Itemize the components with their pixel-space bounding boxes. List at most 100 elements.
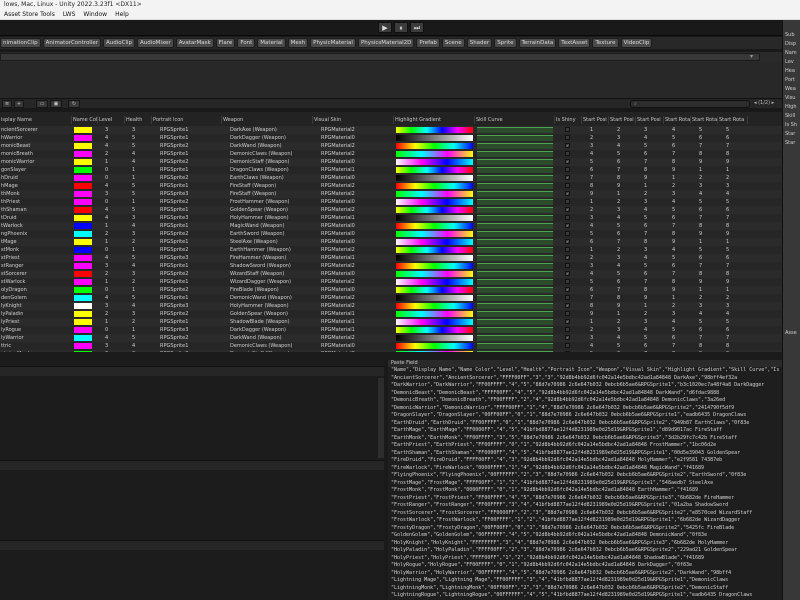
table-row[interactable]: stMonk 0 1 RPGSprite2 EarthHammer (Weapon) RP… bbox=[0, 246, 782, 254]
table-row[interactable]: monicWarrior 1 4 RPGSprite2 DemonicStaff (We… bbox=[0, 158, 782, 166]
start-rotation-cell[interactable]: 7 bbox=[726, 214, 744, 222]
health-cell[interactable]: 5 bbox=[132, 142, 150, 150]
skill-curve-preview[interactable] bbox=[477, 231, 553, 237]
start-rotation-cell[interactable]: 5 bbox=[672, 326, 690, 334]
start-rotation-cell[interactable]: 4 bbox=[672, 126, 690, 134]
start-position-cell[interactable]: 9 bbox=[617, 182, 635, 190]
visual-skin-cell[interactable]: RPGMaterial2 bbox=[321, 334, 394, 342]
table-row[interactable]: tWarlock 1 4 RPGSprite1 MagicWand (Weapon) RP… bbox=[0, 222, 782, 230]
start-rotation-cell[interactable]: 1 bbox=[699, 166, 717, 174]
display-name-cell[interactable]: lyKnight bbox=[1, 302, 71, 310]
start-rotation-cell[interactable]: 5 bbox=[726, 246, 744, 254]
health-cell[interactable]: 4 bbox=[132, 262, 150, 270]
visual-skin-cell[interactable]: RPGMaterial1 bbox=[321, 214, 394, 222]
start-rotation-cell[interactable]: 3 bbox=[672, 310, 690, 318]
start-position-cell[interactable]: 3 bbox=[644, 318, 662, 326]
start-rotation-cell[interactable]: 7 bbox=[726, 142, 744, 150]
start-position-cell[interactable]: 4 bbox=[617, 214, 635, 222]
health-cell[interactable]: 5 bbox=[132, 254, 150, 262]
start-position-cell[interactable]: 6 bbox=[617, 158, 635, 166]
start-rotation-cell[interactable]: 6 bbox=[699, 254, 717, 262]
health-cell[interactable]: 2 bbox=[132, 278, 150, 286]
display-name-cell[interactable]: stWarlock bbox=[1, 278, 71, 286]
column-header[interactable]: isplay Name bbox=[0, 116, 72, 124]
health-cell[interactable]: 3 bbox=[132, 310, 150, 318]
portrait-icon-cell[interactable]: RPGSprite2 bbox=[160, 286, 222, 294]
visual-skin-cell[interactable]: RPGMaterial2 bbox=[321, 150, 394, 158]
portrait-icon-cell[interactable]: RPGSprite1 bbox=[160, 342, 222, 350]
start-rotation-cell[interactable]: 1 bbox=[726, 238, 744, 246]
health-cell[interactable]: 5 bbox=[132, 334, 150, 342]
skill-curve-preview[interactable] bbox=[477, 175, 553, 181]
start-rotation-cell[interactable]: 5 bbox=[699, 246, 717, 254]
start-position-cell[interactable]: 7 bbox=[617, 166, 635, 174]
skill-curve-preview[interactable] bbox=[477, 343, 553, 349]
is-shiny-checkbox[interactable] bbox=[565, 263, 570, 268]
start-position-cell[interactable]: 9 bbox=[644, 174, 662, 182]
is-shiny-checkbox[interactable]: ✓ bbox=[565, 287, 570, 292]
table-row[interactable]: denGolem 4 5 RPGSprite1 DemonicWand (Weapon)… bbox=[0, 294, 782, 302]
display-name-cell[interactable]: lyRogue bbox=[1, 326, 71, 334]
weapon-cell[interactable]: DarkDagger (Weapon) bbox=[230, 134, 313, 142]
health-cell[interactable]: 1 bbox=[132, 246, 150, 254]
weapon-cell[interactable]: EarthClaws (Weapon) bbox=[230, 174, 313, 182]
highlight-gradient-swatch[interactable] bbox=[396, 319, 473, 325]
start-position-cell[interactable]: 6 bbox=[590, 238, 608, 246]
start-rotation-cell[interactable]: 5 bbox=[726, 126, 744, 134]
start-position-cell[interactable]: 3 bbox=[617, 134, 635, 142]
skill-curve-preview[interactable] bbox=[477, 239, 553, 245]
start-position-cell[interactable]: 6 bbox=[644, 270, 662, 278]
start-position-cell[interactable]: 7 bbox=[644, 158, 662, 166]
start-rotation-cell[interactable]: 5 bbox=[699, 126, 717, 134]
is-shiny-checkbox[interactable] bbox=[565, 279, 570, 284]
start-rotation-cell[interactable]: 9 bbox=[672, 166, 690, 174]
column-header[interactable]: Start Posi bbox=[582, 116, 609, 124]
table-row[interactable]: ttric 3 4 RPGSprite1 DemonicClaws (Weapon) RP… bbox=[0, 342, 782, 350]
start-rotation-cell[interactable]: 7 bbox=[699, 214, 717, 222]
start-position-cell[interactable]: 3 bbox=[644, 198, 662, 206]
start-rotation-cell[interactable]: 3 bbox=[672, 190, 690, 198]
start-position-cell[interactable]: 1 bbox=[644, 302, 662, 310]
visual-skin-cell[interactable]: RPGMaterial0 bbox=[321, 174, 394, 182]
highlight-gradient-swatch[interactable] bbox=[396, 151, 473, 157]
add-row-icon[interactable]: + bbox=[14, 100, 24, 108]
start-position-cell[interactable]: 5 bbox=[617, 222, 635, 230]
highlight-gradient-swatch[interactable] bbox=[396, 263, 473, 269]
level-cell[interactable]: 2 bbox=[105, 310, 123, 318]
start-rotation-cell[interactable]: 1 bbox=[699, 286, 717, 294]
health-cell[interactable]: 4 bbox=[132, 222, 150, 230]
start-rotation-cell[interactable]: 2 bbox=[726, 174, 744, 182]
skill-curve-preview[interactable] bbox=[477, 143, 553, 149]
portrait-icon-cell[interactable]: RPGSprite1 bbox=[160, 166, 222, 174]
type-tab[interactable]: Scene bbox=[441, 38, 465, 48]
page-prev-icon[interactable]: ◂ bbox=[754, 100, 757, 106]
name-color-swatch[interactable] bbox=[74, 143, 92, 149]
visual-skin-cell[interactable]: RPGMaterial2 bbox=[321, 278, 394, 286]
start-rotation-cell[interactable]: 3 bbox=[699, 302, 717, 310]
start-rotation-cell[interactable]: 7 bbox=[699, 262, 717, 270]
start-rotation-cell[interactable]: 2 bbox=[699, 294, 717, 302]
start-rotation-cell[interactable]: 8 bbox=[699, 222, 717, 230]
highlight-gradient-swatch[interactable] bbox=[396, 303, 473, 309]
highlight-gradient-swatch[interactable] bbox=[396, 287, 473, 293]
is-shiny-checkbox[interactable]: ✓ bbox=[565, 223, 570, 228]
name-color-swatch[interactable] bbox=[74, 239, 92, 245]
level-cell[interactable]: 4 bbox=[105, 134, 123, 142]
column-header[interactable]: Visual Skin bbox=[313, 116, 394, 124]
start-position-cell[interactable]: 1 bbox=[617, 310, 635, 318]
name-color-swatch[interactable] bbox=[74, 343, 92, 349]
start-position-cell[interactable]: 4 bbox=[590, 222, 608, 230]
column-header[interactable]: Portrait Icon bbox=[152, 116, 222, 124]
refresh-icon[interactable]: ↻ bbox=[68, 100, 80, 108]
start-position-cell[interactable]: 4 bbox=[617, 142, 635, 150]
weapon-cell[interactable]: DarkWand (Weapon) bbox=[230, 142, 313, 150]
table-row[interactable]: hDruid 0 1 RPGSprite2 EarthClaws (Weapon) RPG… bbox=[0, 174, 782, 182]
is-shiny-checkbox[interactable]: ✓ bbox=[565, 319, 570, 324]
save-icon[interactable]: ▣ bbox=[50, 100, 62, 108]
weapon-cell[interactable]: FireStaff (Weapon) bbox=[230, 190, 313, 198]
weapon-cell[interactable]: HolyHammer (Weapon) bbox=[230, 302, 313, 310]
skill-curve-preview[interactable] bbox=[477, 127, 553, 133]
start-position-cell[interactable]: 4 bbox=[590, 150, 608, 158]
display-name-cell[interactable]: monicBreath bbox=[1, 150, 71, 158]
skill-curve-preview[interactable] bbox=[477, 303, 553, 309]
